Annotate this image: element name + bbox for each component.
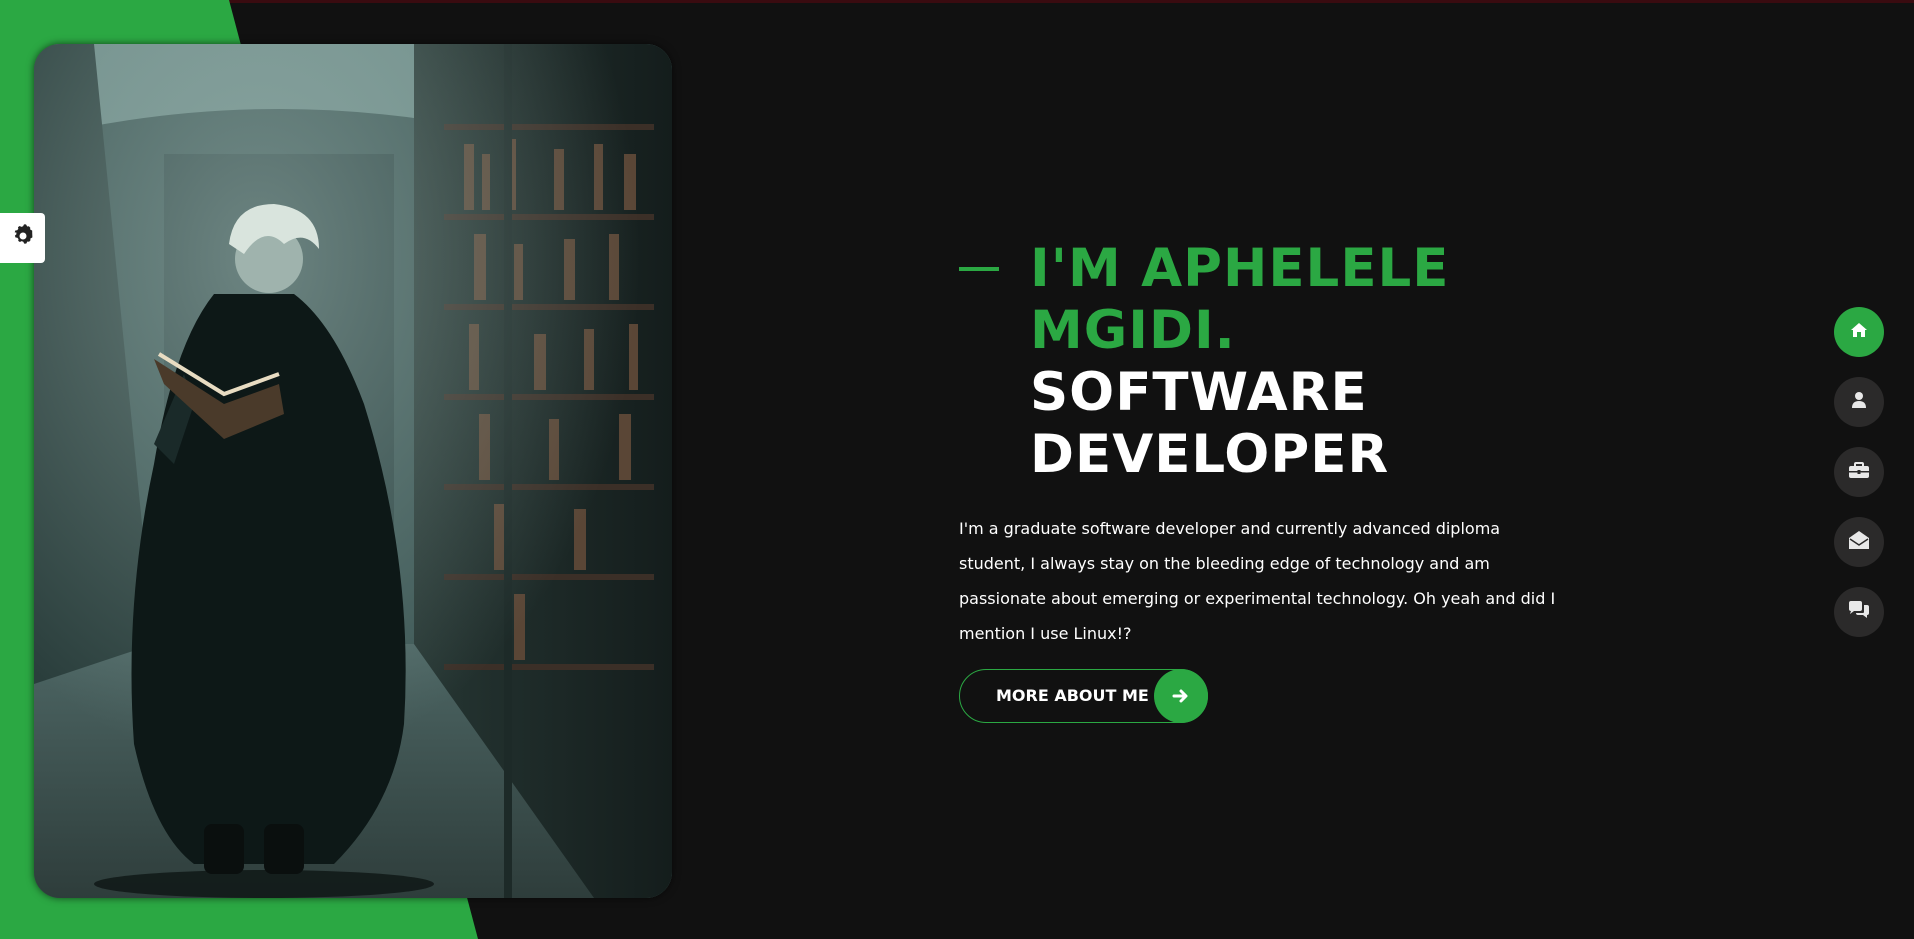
name-line-2: MGIDI.	[1030, 300, 1236, 361]
nav-portfolio-button[interactable]	[1834, 447, 1884, 497]
intro-section: I'M APHELELE MGIDI. SOFTWARE DEVELOPER I…	[959, 238, 1559, 723]
nav-home-button[interactable]	[1834, 307, 1884, 357]
envelope-open-icon	[1849, 531, 1869, 553]
arrow-right-icon	[1154, 669, 1208, 723]
role-line-1: SOFTWARE	[1030, 362, 1368, 423]
comments-icon	[1848, 601, 1870, 623]
gear-icon	[11, 224, 35, 252]
home-icon	[1850, 322, 1868, 342]
name-line-1: I'M APHELELE	[1030, 238, 1450, 299]
more-about-me-button[interactable]: MORE ABOUT ME	[959, 669, 1208, 723]
top-border-line	[0, 0, 1914, 3]
more-about-me-label: MORE ABOUT ME	[996, 686, 1149, 705]
side-nav	[1834, 307, 1884, 657]
page: I'M APHELELE MGIDI. SOFTWARE DEVELOPER I…	[0, 0, 1914, 939]
title-dash	[959, 267, 999, 271]
user-icon	[1852, 391, 1866, 413]
page-title: I'M APHELELE MGIDI. SOFTWARE DEVELOPER	[1030, 238, 1559, 486]
nav-about-button[interactable]	[1834, 377, 1884, 427]
profile-illustration	[34, 44, 672, 898]
briefcase-icon	[1849, 461, 1869, 483]
profile-image	[34, 44, 672, 898]
intro-description: I'm a graduate software developer and cu…	[959, 519, 1556, 643]
settings-button[interactable]	[0, 213, 45, 263]
nav-contact-button[interactable]	[1834, 517, 1884, 567]
nav-blog-button[interactable]	[1834, 587, 1884, 637]
role-line-2: DEVELOPER	[1030, 424, 1390, 485]
